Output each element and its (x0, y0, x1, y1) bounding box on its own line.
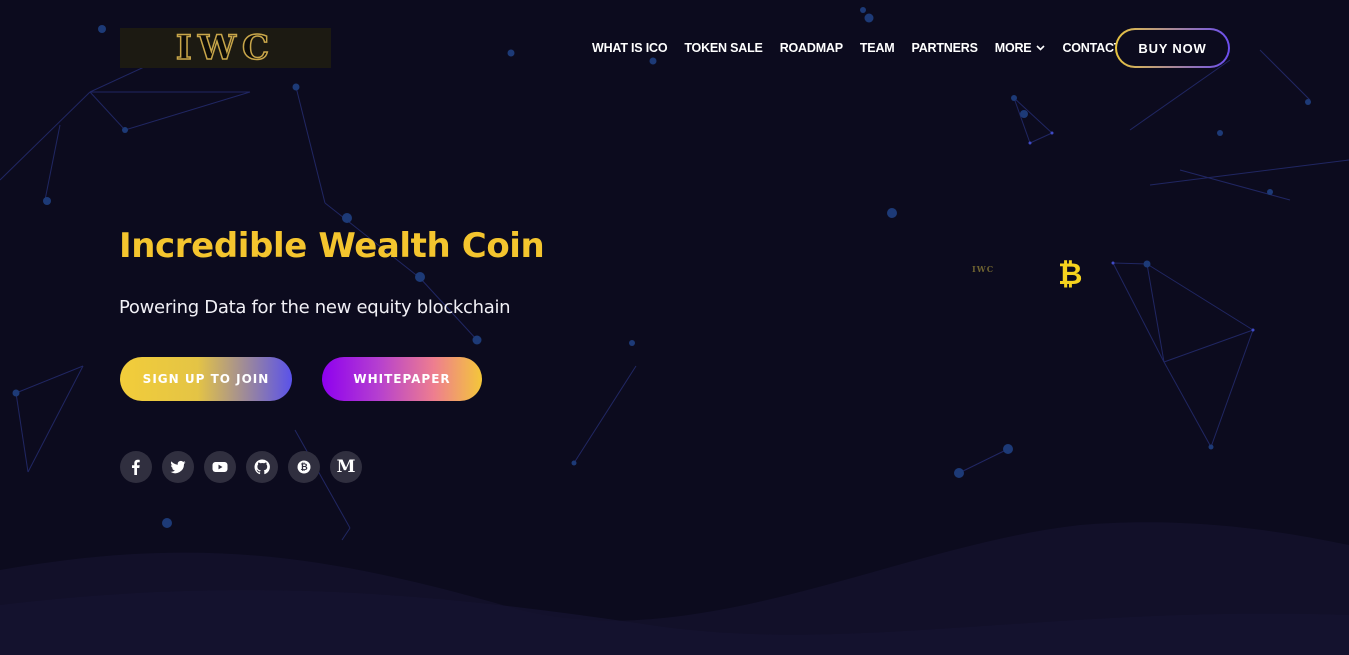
nav-more-dropdown[interactable]: MORE (995, 41, 1046, 55)
nav-team[interactable]: TEAM (860, 41, 895, 55)
mini-iwc-logo: IWC (972, 264, 995, 274)
whitepaper-label: WHITEPAPER (353, 372, 451, 386)
sign-up-label: SIGN UP TO JOIN (142, 372, 270, 386)
hero-title: Incredible Wealth Coin (119, 226, 545, 266)
nav-label: WHAT IS ICO (592, 41, 668, 55)
nav-label: CONTACT (1062, 41, 1122, 55)
nav-roadmap[interactable]: ROADMAP (780, 41, 843, 55)
nav-label: TEAM (859, 41, 895, 55)
nav-contact[interactable]: CONTACT (1062, 41, 1121, 55)
svg-text:₿: ₿ (300, 462, 307, 473)
bitcoin-icon[interactable]: ₿ (288, 451, 320, 483)
bottom-wave (0, 522, 1349, 655)
iwc-logo[interactable]: IWC (120, 28, 331, 68)
nav-partners[interactable]: PARTNERS (912, 41, 978, 55)
sign-up-button[interactable]: SIGN UP TO JOIN (120, 357, 292, 401)
facebook-icon[interactable] (120, 451, 152, 483)
twitter-icon[interactable] (162, 451, 194, 483)
bitcoin-symbol-icon: ₿ (1058, 257, 1083, 292)
nav-label: PARTNERS (911, 41, 978, 55)
medium-icon[interactable]: M (330, 451, 362, 483)
nav-label: ROADMAP (779, 41, 843, 55)
buy-now-label: BUY NOW (1117, 30, 1228, 66)
logo-text: IWC (175, 28, 276, 68)
chevron-down-icon (1036, 43, 1046, 53)
nav-label: MORE (994, 41, 1032, 55)
github-icon[interactable] (246, 451, 278, 483)
hero-subtitle: Powering Data for the new equity blockch… (119, 297, 511, 318)
social-links: ₿ M (120, 451, 372, 483)
nav-token-sale[interactable]: TOKEN SALE (684, 41, 763, 55)
nav-what-is-ico[interactable]: WHAT IS ICO (592, 41, 668, 55)
youtube-icon[interactable] (204, 451, 236, 483)
whitepaper-button[interactable]: WHITEPAPER (322, 357, 482, 401)
buy-now-button[interactable]: BUY NOW (1115, 28, 1230, 68)
main-nav: WHAT IS ICO TOKEN SALE ROADMAP TEAM PART… (592, 40, 1138, 56)
nav-label: TOKEN SALE (684, 41, 763, 55)
site-header: IWC WHAT IS ICO TOKEN SALE ROADMAP TEAM … (0, 0, 1349, 96)
medium-glyph: M (336, 457, 356, 477)
